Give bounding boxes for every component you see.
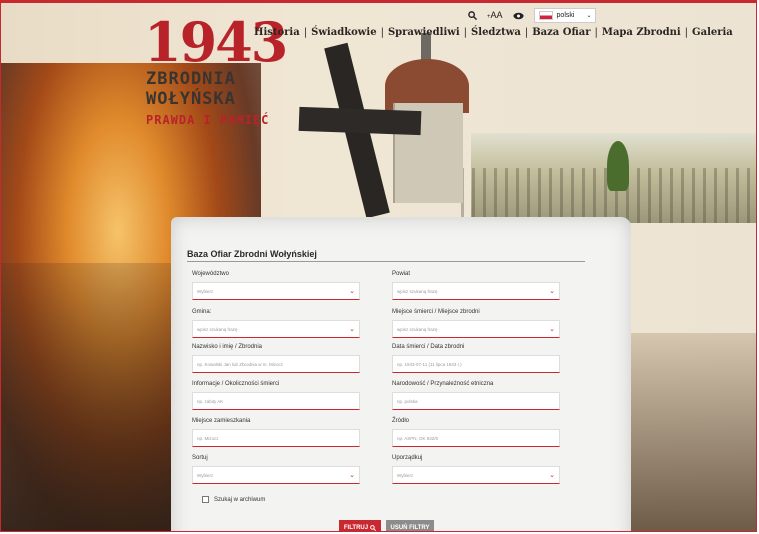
input-placeholder: np. 1943-07-11 (11 lipca 1943 r.) [397,361,462,367]
torn-paper-panel [171,217,631,531]
page-frame: 1943 ZBRODNIA WOŁYŃSKA PRAWDA I PAMIĘĆ +… [0,0,757,532]
filter-button-label: FILTRUJ [343,524,369,531]
field-label: Narodowość / Przynależność etniczna [392,381,494,387]
nav-separator: | [303,27,308,38]
nav-mapa-zbrodni[interactable]: Mapa Zbrodni [602,27,681,38]
field-label: Nazwisko i imię / Zbrodnia [192,344,263,350]
field-miejsce-zamieszkania: Miejsce zamieszkania np. Mizocz [192,417,360,447]
nav-separator: | [380,27,384,38]
chevron-down-icon: ⌄ [549,472,555,479]
search-icon [370,524,377,531]
field-sortuj: Sortuj Wybierz ⌄ [192,454,360,484]
archive-checkbox[interactable] [202,496,209,503]
logo-tagline: PRAWDA I PAMIĘĆ [146,113,270,127]
archive-checkbox-label: Szukaj w archiwum [214,496,266,503]
informacje-input[interactable]: np. zabity AK [192,392,360,410]
form-title: Baza Ofiar Zbrodni Wołyńskiej [187,249,317,259]
field-label: Informacje / Okoliczności śmierci [192,381,280,387]
select-placeholder: wpisz szukaną frazę [197,326,238,332]
chevron-down-icon: ⌄ [349,288,355,295]
chevron-down-icon: ⌄ [586,13,592,19]
clear-filters-label: USUŃ FILTRY [390,524,430,531]
field-label: Powiat [392,271,411,277]
nav-galeria[interactable]: Galeria [692,27,733,38]
logo-line-1: ZBRODNIA [146,69,236,89]
clear-filters-button[interactable]: USUŃ FILTRY [386,520,434,531]
uporzadkuj-select[interactable]: Wybierz ⌄ [392,466,560,484]
wooden-cross-horizontal [298,106,422,136]
font-size-control[interactable]: +AA [487,10,503,21]
select-value: Wybierz [197,288,214,294]
field-zrodlo: Źródło np. ASPN, OK 932/6 [392,417,560,447]
field-label: Gmina: [192,309,212,315]
nav-separator: | [463,27,468,38]
input-placeholder: np. Kowalski Jan lub Zbrodnia w m. Mizoc… [197,361,284,367]
input-placeholder: np. Mizocz [197,435,219,441]
field-label: Uporządkuj [392,455,423,461]
archive-checkbox-row[interactable]: Szukaj w archiwum [202,496,265,503]
main-nav: Historia | Świadkowie | Sprawiedliwi | Śled… [254,27,733,38]
nav-sledztwa[interactable]: Śledztwa [471,27,521,38]
narodowosc-input[interactable]: np. polska [392,392,560,410]
sortuj-select[interactable]: Wybierz ⌄ [192,466,360,484]
select-value: Wybierz [397,472,414,478]
nav-separator: | [684,27,689,38]
nazwisko-input[interactable]: np. Kowalski Jan lub Zbrodnia w m. Mizoc… [192,355,360,373]
nav-sprawiedliwi[interactable]: Sprawiedliwi [388,27,460,38]
miejsce-smierci-select[interactable]: wpisz szukaną frazę ⌄ [392,320,560,338]
nav-baza-ofiar[interactable]: Baza Ofiar [532,27,590,38]
nav-swiadkowie[interactable]: Świadkowie [311,27,376,38]
wojewodztwo-select[interactable]: Wybierz ⌄ [192,282,360,300]
miejsce-zamieszkania-input[interactable]: np. Mizocz [192,429,360,447]
nav-separator: | [524,27,529,38]
field-label: Źródło [392,418,410,424]
input-placeholder: np. zabity AK [197,398,224,404]
field-label: Miejsce zamieszkania [192,418,251,424]
gmina-select[interactable]: wpisz szukaną frazę ⌄ [192,320,360,338]
input-placeholder: np. ASPN, OK 932/6 [397,435,439,441]
field-powiat: Powiat wpisz szukaną frazę ⌄ [392,270,560,300]
select-placeholder: wpisz szukaną frazę [397,288,438,294]
language-select[interactable]: polski ⌄ [533,8,597,23]
field-miejsce-smierci: Miejsce śmierci / Miejsce zbrodni wpisz … [392,308,560,338]
utility-bar: +AA polski ⌄ [468,8,597,23]
chevron-down-icon: ⌄ [549,288,555,295]
tree [607,141,629,191]
logo-line-2: WOŁYŃSKA [146,89,236,109]
chevron-down-icon: ⌄ [549,326,555,333]
language-label: polski [556,12,575,19]
chevron-down-icon: ⌄ [349,472,355,479]
polish-flag-icon [538,11,553,20]
form-divider [187,261,585,262]
eye-icon[interactable] [512,12,524,20]
font-size-label: AA [490,10,503,20]
chevron-down-icon: ⌄ [349,326,355,333]
crowd-photo-right [626,333,756,531]
select-value: Wybierz [197,472,214,478]
field-label: Data śmierci / Data zbrodni [392,344,465,350]
nav-separator: | [594,27,598,38]
select-placeholder: wpisz szukaną frazę [397,326,438,332]
field-gmina: Gmina: wpisz szukaną frazę ⌄ [192,308,360,338]
crowd-photo-left [1,263,181,531]
field-label: Województwo [192,271,229,277]
field-wojewodztwo: Województwo Wybierz ⌄ [192,270,360,300]
field-label: Miejsce śmierci / Miejsce zbrodni [392,309,480,315]
field-data-smierci: Data śmierci / Data zbrodni np. 1943-07-… [392,343,560,373]
field-uporzadkuj: Uporządkuj Wybierz ⌄ [392,454,560,484]
field-informacje: Informacje / Okoliczności śmierci np. za… [192,380,360,410]
filter-button[interactable]: FILTRUJ [339,520,381,531]
field-narodowosc: Narodowość / Przynależność etniczna np. … [392,380,560,410]
logo-year: 1943 [144,10,288,74]
powiat-select[interactable]: wpisz szukaną frazę ⌄ [392,282,560,300]
field-label: Sortuj [192,455,208,461]
nav-historia[interactable]: Historia [254,27,300,38]
data-smierci-input[interactable]: np. 1943-07-11 (11 lipca 1943 r.) [392,355,560,373]
search-icon[interactable] [468,11,477,20]
input-placeholder: np. polska [397,398,418,404]
zrodlo-input[interactable]: np. ASPN, OK 932/6 [392,429,560,447]
field-nazwisko: Nazwisko i imię / Zbrodnia np. Kowalski … [192,343,360,373]
